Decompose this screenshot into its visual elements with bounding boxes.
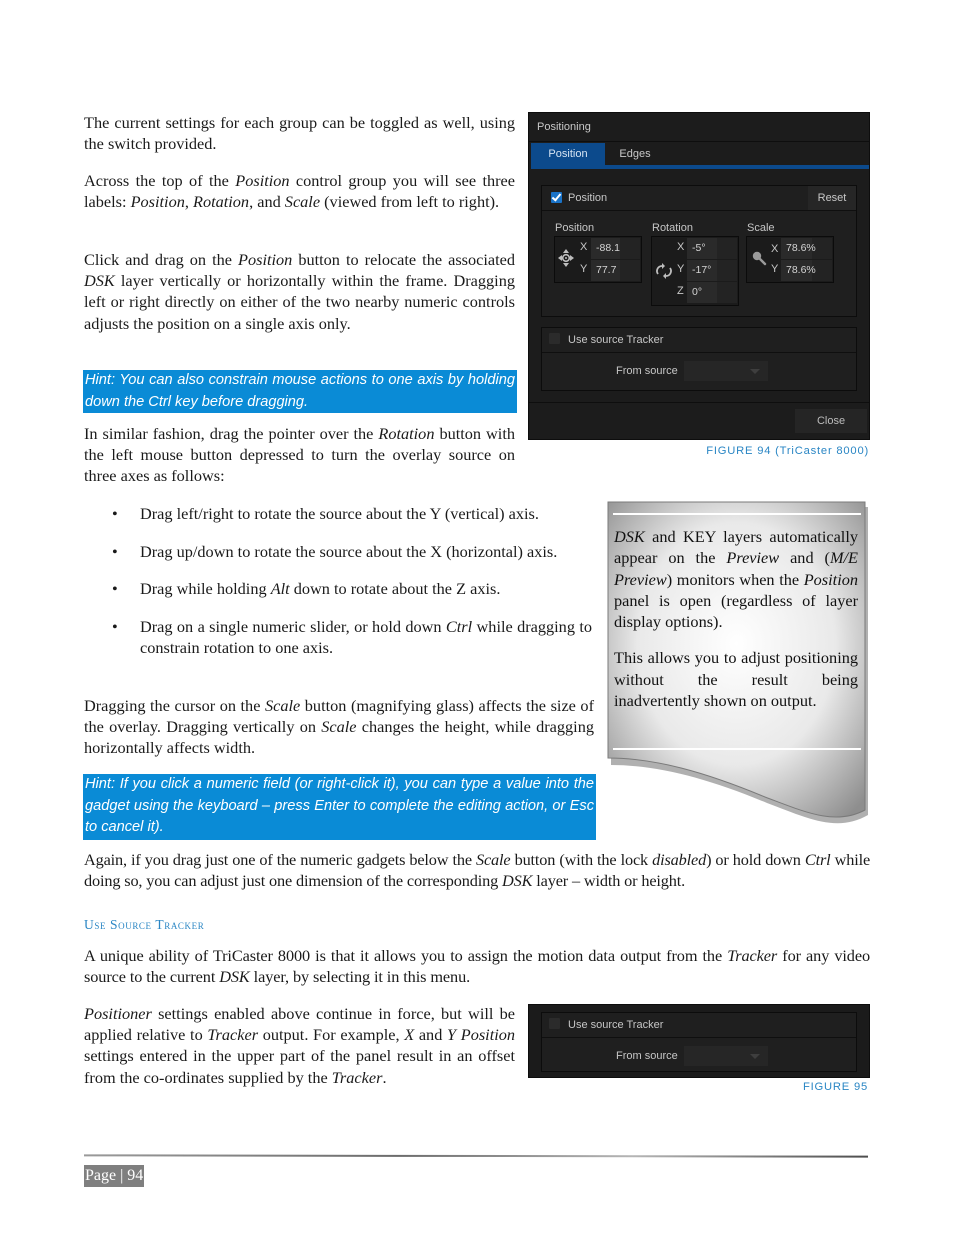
list-item: • Drag up/down to rotate the source about…: [112, 541, 558, 561]
reset-button[interactable]: Reset: [808, 186, 856, 210]
figure-95-caption: FIGURE 95: [802, 1081, 868, 1093]
close-button[interactable]: Close: [795, 409, 867, 433]
paragraph-scale-lock: Again, if you drag just one of the numer…: [84, 850, 871, 891]
scale-y-field[interactable]: 78.6%: [781, 260, 832, 281]
from-source-dropdown[interactable]: [684, 361, 768, 381]
list-item: • Drag left/right to rotate the source ab…: [112, 504, 539, 523]
rotation-z-axis-label: Z: [677, 285, 684, 297]
from-source-dropdown-fig95[interactable]: [684, 1046, 768, 1066]
magnifier-icon[interactable]: [751, 250, 767, 266]
paragraph-tracker-intro: A unique ability of TriCaster 8000 is th…: [84, 946, 870, 987]
paragraph-position-button: Click and drag on the Position button to…: [84, 250, 516, 333]
position-enable-checkbox[interactable]: [551, 192, 562, 203]
footer-divider: [84, 1154, 868, 1158]
chevron-down-icon: [750, 1054, 760, 1059]
callout-note: DSK and KEY layers automatically appear …: [605, 500, 870, 826]
rotation-z-field[interactable]: 0°: [687, 282, 737, 303]
panel-footer: Close: [529, 402, 869, 439]
scale-y-axis-label: Y: [771, 263, 779, 275]
tab-underline: [531, 165, 869, 169]
scale-x-field[interactable]: 78.6%: [781, 238, 832, 259]
use-source-tracker-checkbox[interactable]: [549, 333, 560, 344]
page-number: Page | 94: [84, 1165, 145, 1187]
position-group-header: Position Reset: [542, 186, 856, 211]
positioning-panel: Positioning Position Edges Position Rese…: [528, 112, 870, 440]
tracker-group-header-fig95: Use source Tracker: [542, 1013, 856, 1038]
rotate-icon[interactable]: [654, 263, 674, 279]
position-x-field[interactable]: -88.1: [591, 238, 640, 259]
position-y-axis-label: Y: [580, 263, 588, 275]
from-source-label: From source: [616, 365, 678, 377]
paragraph-toggle-settings: The current settings for each group can …: [84, 113, 515, 154]
scale-control: X 78.6% Y 78.6%: [746, 236, 834, 283]
callout-paragraph-2: This allows you to adjust positioning wi…: [614, 648, 858, 711]
chevron-down-icon: [750, 369, 760, 374]
rotation-x-axis-label: X: [677, 241, 685, 253]
position-group: Position Reset Position X -88.1 Y 77.7 R…: [541, 185, 857, 317]
callout-paragraph-1: DSK and KEY layers automatically appear …: [614, 527, 858, 632]
hint-constrain-axis: Hint: You can also constrain mouse actio…: [83, 370, 517, 413]
list-item: • Drag while holding Alt down to rotate a…: [112, 579, 501, 598]
from-source-label-fig95: From source: [616, 1050, 678, 1062]
use-source-tracker-label-fig95: Use source Tracker: [568, 1019, 664, 1031]
tracker-group-header: Use source Tracker: [542, 328, 856, 353]
scale-label: Scale: [747, 222, 775, 234]
rotation-label: Rotation: [652, 222, 693, 234]
list-item: • Drag on a single numeric slider, or hol…: [112, 616, 592, 658]
position-y-field[interactable]: 77.7: [591, 260, 640, 281]
callout-text: DSK and KEY layers automatically appear …: [614, 526, 858, 726]
rotation-control: X -5° Y -17° Z 0°: [651, 236, 739, 306]
position-control: X -88.1 Y 77.7: [554, 236, 642, 283]
figure-94-caption: FIGURE 94 (TriCaster 8000): [706, 445, 869, 457]
paragraph-rotation: In similar fashion, drag the pointer ove…: [84, 424, 515, 486]
use-source-tracker-checkbox-fig95[interactable]: [549, 1018, 560, 1029]
tracker-group-fig95: Use source Tracker From source: [541, 1012, 857, 1072]
panel-title: Positioning: [537, 121, 591, 133]
position-x-axis-label: X: [580, 241, 588, 253]
use-source-tracker-label: Use source Tracker: [568, 334, 664, 346]
paragraph-positioner-settings: Positioner settings enabled above contin…: [84, 1004, 516, 1087]
position-group-label: Position: [568, 192, 608, 204]
rotation-y-field[interactable]: -17°: [687, 260, 737, 281]
rotation-x-field[interactable]: -5°: [687, 238, 737, 259]
section-heading-use-source-tracker: Use Source Tracker: [84, 917, 205, 932]
paragraph-scale: Dragging the cursor on the Scale button …: [84, 696, 594, 758]
paragraph-three-labels: Across the top of the Position control g…: [84, 171, 515, 212]
panel-titlebar: Positioning: [529, 113, 869, 142]
tracker-group: Use source Tracker From source: [541, 327, 857, 391]
move-icon[interactable]: [557, 248, 575, 268]
rotation-bullet-list: • Drag left/right to rotate the source ab…: [112, 503, 592, 675]
tab-position[interactable]: Position: [531, 143, 605, 165]
source-tracker-panel: Use source Tracker From source: [528, 1004, 870, 1078]
hint-numeric-field: Hint: If you click a numeric field (or r…: [83, 774, 596, 840]
tab-edges[interactable]: Edges: [605, 143, 665, 165]
position-label: Position: [555, 222, 595, 234]
scale-x-axis-label: X: [771, 243, 779, 255]
rotation-y-axis-label: Y: [677, 263, 685, 275]
